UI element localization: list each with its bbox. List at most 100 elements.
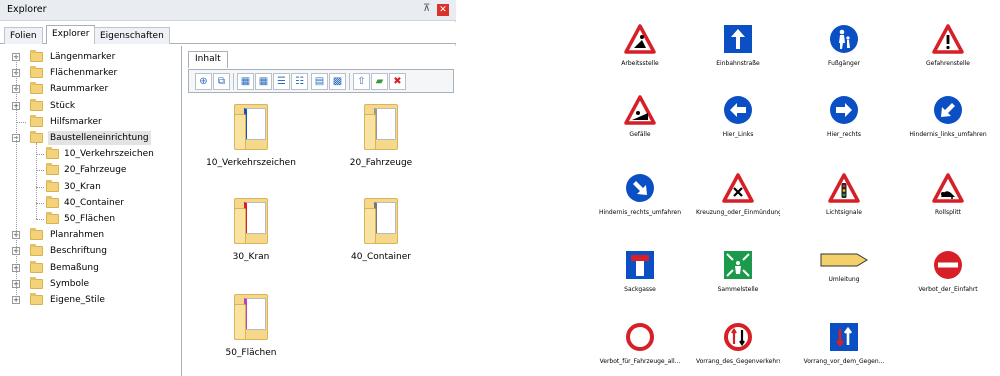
tree-item-label: Flächenmarker: [50, 68, 118, 79]
tree-subitem-label: 30_Kran: [64, 181, 101, 192]
content-folder[interactable]: 30_Kran: [196, 198, 306, 262]
tree-item[interactable]: + Stück: [0, 98, 182, 113]
tree-item[interactable]: Hilfsmarker: [0, 114, 182, 129]
tree-item[interactable]: + Eigene_Stile: [0, 293, 182, 307]
tree-item-label: Symbole: [50, 278, 90, 289]
pin-icon[interactable]: ⊼: [423, 3, 430, 14]
turn-left-sign-icon: [696, 95, 780, 125]
tab-explorer[interactable]: Explorer: [46, 25, 96, 44]
tree-subitem[interactable]: 10_Verkehrszeichen: [0, 147, 182, 161]
content-folder[interactable]: 40_Container: [326, 198, 436, 262]
tree-subitem[interactable]: 40_Container: [0, 195, 182, 210]
sign-label: Umleitung: [828, 276, 860, 283]
sign-label: Sammelstelle: [717, 286, 759, 293]
crossroads-sign-icon: [696, 173, 780, 203]
copy-icon[interactable]: ⧉: [213, 73, 230, 90]
folder-icon: [234, 104, 268, 150]
sign-label: Hindernis_rechts_umfahren: [598, 209, 682, 216]
sign-label: Einbahnstraße: [716, 60, 760, 67]
sign-item[interactable]: Hindernis_links_umfahren: [906, 95, 990, 138]
folder-icon: [46, 147, 59, 160]
tree-subitem-label: 20_Fahrzeuge: [64, 165, 127, 176]
sign-item[interactable]: Hier_Links: [696, 95, 780, 138]
sign-item[interactable]: Verbot_der_Einfahrt: [906, 250, 990, 293]
sign-item[interactable]: Kreuzung_oder_Einmündung: [696, 173, 780, 216]
sign-item[interactable]: Gefahrenstelle: [906, 24, 990, 67]
tree-subitem[interactable]: 50_Flächen: [0, 212, 182, 226]
sign-label: Lichtsignale: [826, 209, 862, 216]
folder-icon: [30, 276, 43, 289]
tree-item-label: Eigene_Stile: [50, 295, 105, 305]
content-folder[interactable]: 20_Fahrzeuge: [326, 104, 436, 168]
content-folder-label: 30_Kran: [232, 252, 270, 262]
tree-subitem[interactable]: 30_Kran: [0, 179, 182, 194]
sign-label: Vorrang_des_Gegenverkehrs: [696, 358, 780, 365]
sign-item[interactable]: Gefälle: [598, 95, 682, 138]
sign-item[interactable]: Sackgasse: [598, 250, 682, 293]
tab-bar: Folien Explorer Eigenschaften: [0, 22, 456, 44]
tree-item-label: Beschriftung: [50, 246, 107, 257]
delete-icon[interactable]: ✖: [389, 73, 406, 90]
sign-item[interactable]: Fußgänger: [802, 24, 886, 67]
content-pane: Inhalt ⊕ ⧉ ▦ ▦ ☰ ☷ ▤ ▩ ⇧ ▰ ✖ 10_Verkehrs…: [186, 46, 456, 376]
tree-item[interactable]: − Baustelleneinrichtung: [0, 131, 182, 145]
sign-item[interactable]: Einbahnstraße: [696, 24, 780, 67]
content-folder-label: 20_Fahrzeuge: [349, 158, 413, 168]
thumbnail-view-icon[interactable]: ▩: [329, 73, 346, 90]
tree-item-label: Planrahmen: [50, 230, 105, 241]
folder-icon: [234, 198, 268, 244]
content-folder[interactable]: 50_Flächen: [196, 294, 306, 358]
tab-inhalt[interactable]: Inhalt: [188, 51, 228, 68]
tree-item-label: Hilfsmarker: [50, 116, 102, 127]
sign-item[interactable]: Arbeitsstelle: [598, 24, 682, 67]
small-icons-view-icon[interactable]: ▦: [255, 73, 272, 90]
expand-icon[interactable]: +: [12, 296, 20, 304]
danger-sign-icon: [906, 24, 990, 54]
sign-item[interactable]: Sammelstelle: [696, 250, 780, 293]
explorer-panel: Explorer ⊼ ✕ Folien Explorer Eigenschaft…: [0, 0, 456, 376]
sign-item[interactable]: Hier_rechts: [802, 95, 886, 138]
sign-label: Gefahrenstelle: [926, 60, 970, 67]
sign-item[interactable]: Rollsplitt: [906, 173, 990, 216]
traffic-lights-sign-icon: [802, 173, 886, 203]
sign-item[interactable]: Hindernis_rechts_umfahren: [598, 173, 682, 216]
sign-item[interactable]: Verbot_für_Fahrzeuge_all...: [598, 322, 682, 365]
tree-item[interactable]: + Bemaßung: [0, 260, 182, 275]
sign-item[interactable]: Vorrang_des_Gegenverkehrs: [696, 322, 780, 365]
list-view-icon[interactable]: ☰: [273, 73, 290, 90]
folder-icon: [46, 163, 59, 176]
details-view-icon[interactable]: ☷: [291, 73, 308, 90]
up-arrow-icon[interactable]: ⇧: [353, 73, 370, 90]
close-icon[interactable]: ✕: [437, 4, 449, 16]
sign-item[interactable]: Umleitung: [802, 250, 886, 283]
folder-icon: [30, 260, 43, 273]
folder-icon: [30, 131, 43, 143]
folder-icon: [30, 114, 43, 127]
sign-item[interactable]: Lichtsignale: [802, 173, 886, 216]
tree-item-label: Baustelleneinrichtung: [48, 131, 151, 145]
sign-gallery: Arbeitsstelle Einbahnstraße Fußgänger Gefah…: [590, 0, 1000, 376]
new-item-icon[interactable]: ⊕: [195, 73, 212, 90]
tree-item[interactable]: + Planrahmen: [0, 228, 182, 242]
sign-item[interactable]: Vorrang_vor_dem_Gegen...: [802, 322, 886, 365]
tree-subitem[interactable]: 20_Fahrzeuge: [0, 163, 182, 177]
tree-item-label: Stück: [50, 100, 76, 111]
tree-item[interactable]: + Raummarker: [0, 82, 182, 96]
tree-item[interactable]: + Symbole: [0, 276, 182, 291]
content-folder[interactable]: 10_Verkehrszeichen: [196, 104, 306, 168]
tree-item[interactable]: + Flächenmarker: [0, 66, 182, 80]
loose-chippings-sign-icon: [906, 173, 990, 203]
folder-icon: [30, 82, 43, 95]
tab-eigenschaften[interactable]: Eigenschaften: [94, 27, 170, 44]
pass-left-sign-icon: [906, 95, 990, 125]
tiles-view-icon[interactable]: ▤: [311, 73, 328, 90]
pass-right-sign-icon: [598, 173, 682, 203]
tree-item[interactable]: + Längenmarker: [0, 50, 182, 64]
tree-item[interactable]: + Beschriftung: [0, 244, 182, 258]
sign-label: Verbot_der_Einfahrt: [918, 286, 978, 293]
sign-label: Fußgänger: [828, 60, 860, 67]
folder-icon: [46, 195, 59, 208]
tab-folien[interactable]: Folien: [4, 27, 43, 44]
large-icons-view-icon[interactable]: ▦: [237, 73, 254, 90]
new-folder-icon[interactable]: ▰: [371, 73, 388, 90]
